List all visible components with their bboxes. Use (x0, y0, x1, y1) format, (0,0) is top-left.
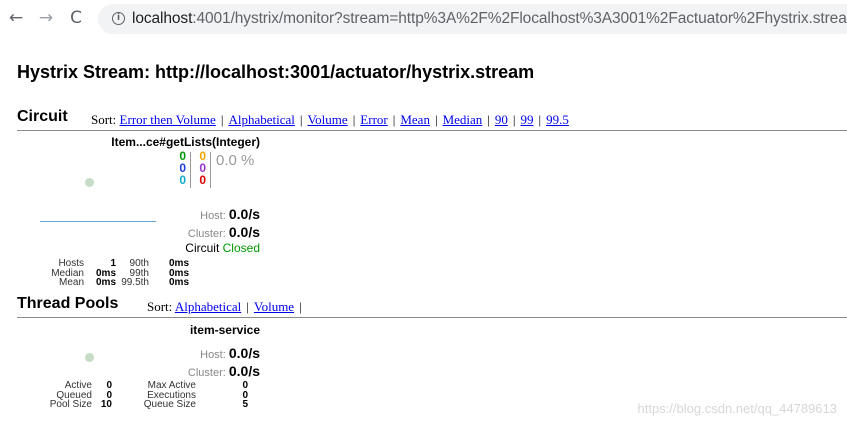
thread-pools-sort-bar: Sort: Alphabetical | Volume | (147, 299, 307, 315)
sort-alphabetical-link[interactable]: Alphabetical (175, 299, 241, 314)
counts-divider (190, 152, 191, 188)
back-arrow-icon[interactable]: ← (4, 6, 28, 30)
sort-volume-link[interactable]: Volume (307, 112, 347, 127)
health-circle (85, 178, 94, 187)
cluster-rate-row: Cluster: 0.0/s (188, 224, 260, 242)
reload-icon[interactable]: C (64, 6, 88, 30)
cluster-label: Cluster: (187, 228, 229, 240)
table-row: Mean 0ms 99.5th 0ms (44, 278, 189, 288)
cluster-label: Cluster: (187, 367, 229, 379)
host-label: Host: (200, 349, 229, 361)
thread-pools-section-title: Thread Pools (17, 295, 119, 312)
counts-left: 0 0 0 (174, 150, 186, 186)
host-label: Host: (200, 210, 229, 222)
stat-value: 0 (242, 380, 248, 391)
sort-99-link[interactable]: 99 (521, 112, 534, 127)
circuit-sort-bar: Sort: Error then Volume | Alphabetical | Vol… (91, 112, 569, 128)
circuit-name: Item...ce#getLists(Integer) (111, 135, 260, 149)
sort-separator: | (434, 112, 438, 127)
sort-mean-link[interactable]: Mean (400, 112, 430, 127)
sort-volume-link[interactable]: Volume (254, 299, 294, 314)
error-percentage: 0.0 % (216, 152, 255, 169)
url-path: :4001/hystrix/monitor?stream=http%3A%2F%… (192, 10, 847, 27)
host-rate: 0.0/s (228, 345, 260, 361)
sort-separator: | (352, 112, 356, 127)
sort-separator: | (299, 112, 303, 127)
sort-separator: | (512, 112, 516, 127)
stat-value: 0ms (95, 277, 116, 288)
forward-arrow-icon[interactable]: → (34, 6, 58, 30)
host-rate-row: Host: 0.0/s (200, 206, 260, 224)
circuit-stats-table: Hosts 1 90th 0ms Median 0ms 99th 0ms Mea… (44, 259, 189, 288)
url-text[interactable]: localhost:4001/hystrix/monitor?stream=ht… (132, 10, 847, 28)
counts-divider (210, 152, 211, 188)
stat-value: 5 (242, 399, 248, 410)
sort-separator: | (487, 112, 490, 127)
stat-value: 0ms (168, 277, 189, 288)
sort-separator: | (220, 112, 224, 127)
cluster-rate: 0.0/s (228, 224, 260, 240)
circuit-monitor: Item...ce#getLists(Integer) 0 0 0 0 0 0 … (40, 132, 270, 292)
bad-request-count: 0 (179, 173, 186, 187)
sort-separator: | (299, 299, 302, 314)
sort-error-link[interactable]: Error (360, 112, 387, 127)
sort-error-then-volume-link[interactable]: Error then Volume (120, 112, 216, 127)
circuit-status-label: Circuit (185, 241, 223, 255)
host-rate-row: Host: 0.0/s (200, 345, 260, 363)
sort-separator: | (538, 112, 542, 127)
page-title: Hystrix Stream: http://localhost:3001/ac… (17, 62, 535, 82)
url-host: localhost (132, 10, 193, 27)
counts-right: 0 0 0 (196, 150, 206, 186)
browser-toolbar: ← → C i localhost:4001/hystrix/monitor?s… (0, 0, 847, 38)
cluster-rate: 0.0/s (228, 363, 260, 379)
health-circle (85, 353, 94, 362)
stat-label: Pool Size (49, 399, 92, 410)
thread-pools-section-header: Thread Pools Sort: Alphabetical | Volume | (17, 295, 847, 318)
stat-label: 99.5th (121, 277, 149, 288)
sort-median-link[interactable]: Median (443, 112, 483, 127)
sort-alphabetical-link[interactable]: Alphabetical (228, 112, 294, 127)
sort-separator: | (392, 112, 396, 127)
sort-90-link[interactable]: 90 (495, 112, 508, 127)
failure-count: 0 (199, 173, 206, 187)
sparkline (40, 221, 156, 222)
circuit-status: Circuit Closed (185, 241, 260, 255)
address-bar[interactable]: i localhost:4001/hystrix/monitor?stream=… (98, 4, 847, 34)
watermark: https://blog.csdn.net/qq_44789613 (637, 401, 838, 416)
stat-value: 10 (100, 399, 112, 410)
host-rate: 0.0/s (228, 206, 260, 222)
stat-label: Mean (58, 277, 84, 288)
thread-pool-stats-table: Active 0 Max Active 0 Queued 0 Execution… (44, 381, 248, 410)
circuit-state: Closed (222, 241, 260, 255)
sort-label: Sort: (147, 299, 173, 314)
sort-separator: | (246, 299, 249, 314)
info-icon[interactable]: i (112, 12, 125, 25)
stat-label: Queue Size (143, 399, 196, 410)
cluster-rate-row: Cluster: 0.0/s (188, 363, 260, 381)
circuit-section-title: Circuit (17, 108, 68, 125)
thread-pool-monitor: item-service Host: 0.0/s Cluster: 0.0/s … (40, 320, 270, 420)
stat-value: 0 (242, 389, 248, 401)
circuit-section-header: Circuit Sort: Error then Volume | Alphabet… (17, 108, 847, 131)
thread-pool-name: item-service (189, 323, 260, 337)
sort-99-5-link[interactable]: 99.5 (546, 112, 569, 127)
table-row: Pool Size 10 Queue Size 5 (44, 400, 248, 410)
sort-label: Sort: (91, 112, 117, 127)
